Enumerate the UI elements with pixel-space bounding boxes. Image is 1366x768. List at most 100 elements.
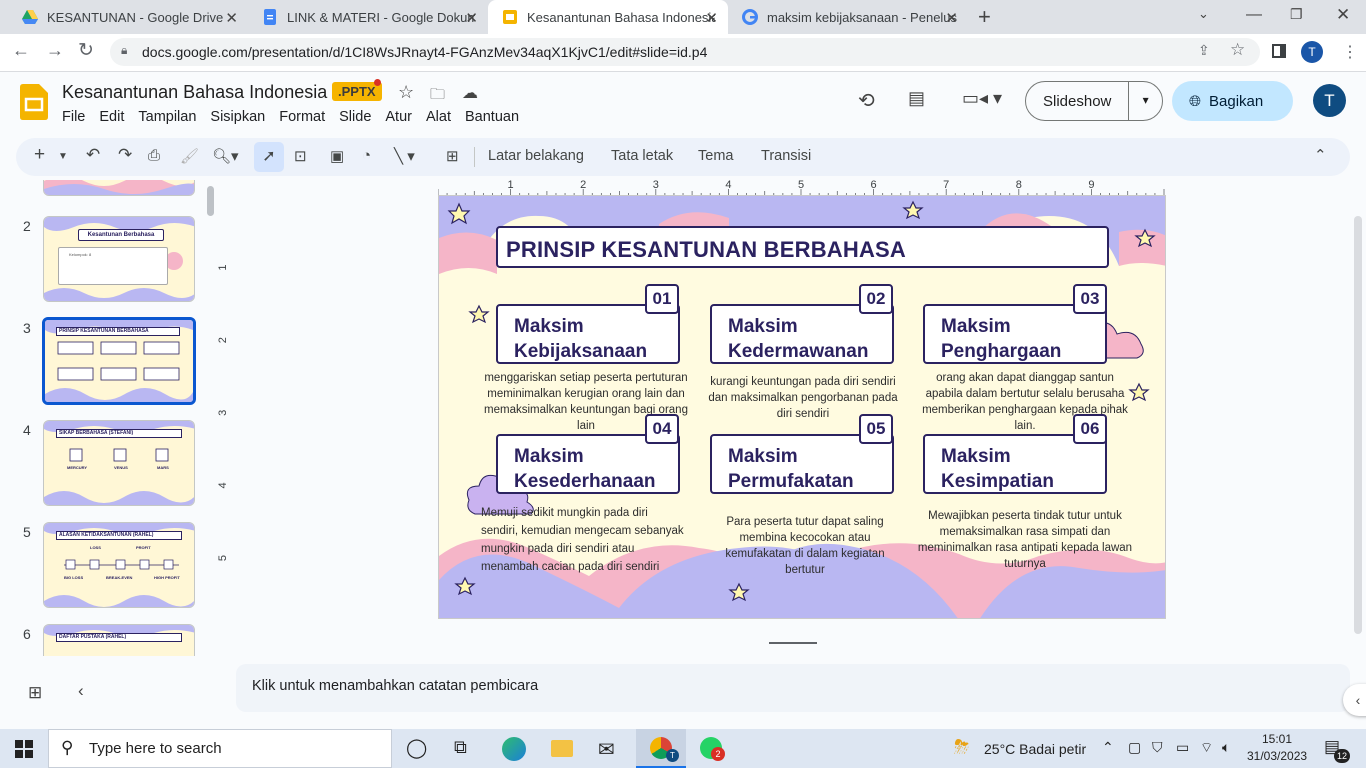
undo-icon[interactable]: ↶ <box>86 145 100 165</box>
ruler-label: 1 <box>508 179 514 191</box>
more-vert-icon[interactable]: ⋮ <box>1342 42 1358 62</box>
collapse-filmstrip-icon[interactable]: ‹ <box>78 681 84 701</box>
slide-thumbnail[interactable]: ALASAN KETIDAKSANTUNAN (RAHEL) LOSS PROF… <box>43 522 195 608</box>
new-tab-icon[interactable]: + <box>978 4 991 30</box>
meet-camera-icon[interactable]: ▭◂ ▾ <box>962 88 1002 109</box>
slides-logo-icon[interactable] <box>20 84 48 120</box>
insert-image-icon[interactable]: ▣ <box>330 147 344 165</box>
edge-icon[interactable] <box>502 737 526 761</box>
clock-time[interactable]: 15:01 <box>1262 732 1292 746</box>
thumb-label: MARS <box>157 465 169 470</box>
slide-thumbnail[interactable]: DAFTAR PUSTAKA (RAHEL) <box>43 624 195 656</box>
task-view-icon[interactable]: ⧉ <box>454 737 467 758</box>
menu-file[interactable]: File <box>62 109 85 125</box>
bookmark-star-icon[interactable]: ☆ <box>1230 40 1245 60</box>
clock-date[interactable]: 31/03/2023 <box>1247 749 1307 763</box>
chevron-down-icon[interactable]: ⌄ <box>1198 6 1209 22</box>
window-close-icon[interactable]: ✕ <box>1336 5 1350 25</box>
back-icon[interactable]: ← <box>12 40 30 61</box>
filmstrip-scrollbar[interactable] <box>207 186 214 216</box>
tab-drive[interactable]: KESANTUNAN - Google Drive ✕ <box>8 0 248 34</box>
cloud-saved-icon[interactable]: ☁︎ <box>462 83 478 103</box>
grid-view-icon[interactable]: ⊞ <box>28 683 42 703</box>
slide-canvas[interactable]: PRINSIP KESANTUNAN BERBAHASA Maksim Kebij… <box>438 195 1166 619</box>
text-box-icon[interactable]: ⊡ <box>294 147 307 165</box>
menu-format[interactable]: Format <box>279 109 325 125</box>
tab-search[interactable]: maksim kebijaksanaan - Penelusuran ✕ <box>728 0 968 34</box>
close-icon[interactable]: ✕ <box>465 9 478 27</box>
account-avatar[interactable]: T <box>1313 84 1346 117</box>
new-slide-icon[interactable]: + <box>34 144 45 166</box>
menu-view[interactable]: Tampilan <box>138 109 196 125</box>
speaker-notes[interactable]: Klik untuk menambahkan catatan pembicara <box>236 664 1350 712</box>
comments-icon[interactable]: ▤ <box>908 88 925 109</box>
theme-button[interactable]: Tema <box>698 148 733 164</box>
paint-format-icon[interactable]: 🖌︎ <box>180 147 199 165</box>
chevron-down-icon[interactable]: ▼ <box>58 151 68 162</box>
mail-icon[interactable]: ✉︎ <box>598 737 615 762</box>
card-description[interactable]: Para peserta tutur dapat saling membina … <box>707 514 903 578</box>
battery-icon[interactable]: ▭ <box>1176 739 1189 756</box>
move-folder-icon[interactable]: 🗀︎ <box>430 84 445 109</box>
slide-thumbnail[interactable] <box>43 180 195 196</box>
minimize-icon[interactable]: — <box>1246 6 1262 24</box>
close-icon[interactable]: ✕ <box>225 9 238 27</box>
security-icon[interactable]: ⛉ <box>1152 739 1163 756</box>
menu-help[interactable]: Bantuan <box>465 109 519 125</box>
taskbar-search-box[interactable]: ⚲ Type here to search <box>48 729 392 768</box>
menu-tools[interactable]: Alat <box>426 109 451 125</box>
comment-add-icon[interactable]: ⊞ <box>446 147 459 165</box>
close-icon[interactable]: ✕ <box>945 9 958 27</box>
redo-icon[interactable]: ↷ <box>118 145 132 165</box>
print-icon[interactable]: ⎙ <box>148 147 160 164</box>
slide-thumbnail[interactable]: SIKAP BERBAHASA (STEFANI) MERCURY VENUS … <box>43 420 195 506</box>
wifi-icon[interactable]: ⌔ <box>1200 739 1213 757</box>
weather-text[interactable]: 25°C Badai petir <box>984 741 1086 757</box>
transition-button[interactable]: Transisi <box>761 148 811 164</box>
share-button[interactable]: 🌐︎ Bagikan <box>1172 81 1293 121</box>
close-icon[interactable]: ✕ <box>705 9 718 27</box>
tab-docs[interactable]: LINK & MATERI - Google Dokumen ✕ <box>248 0 488 34</box>
slide-title[interactable]: PRINSIP KESANTUNAN BERBAHASA <box>496 226 1109 268</box>
side-panel-icon[interactable] <box>1272 44 1286 58</box>
menu-slide[interactable]: Slide <box>339 109 371 125</box>
background-button[interactable]: Latar belakang <box>488 148 584 164</box>
shape-icon[interactable]: ◔ <box>362 147 371 164</box>
menu-arrange[interactable]: Atur <box>385 109 412 125</box>
menu-insert[interactable]: Sisipkan <box>210 109 265 125</box>
select-cursor-icon[interactable]: ➚ <box>254 142 284 172</box>
chrome-taskbar-button[interactable]: T <box>636 729 686 768</box>
share-page-icon[interactable]: ⇪ <box>1198 42 1210 59</box>
address-bar[interactable]: 🔒︎ docs.google.com/presentation/d/1CI8Ws… <box>110 38 1260 66</box>
card-description[interactable]: Memuji sedikit mungkin pada diri sendiri… <box>481 504 687 576</box>
reload-icon[interactable]: ↻ <box>78 39 94 62</box>
zoom-icon[interactable]: 🔍︎▾ <box>212 147 239 165</box>
collapse-toolbar-icon[interactable]: ⌃ <box>1314 146 1327 164</box>
star-icon[interactable]: ☆ <box>398 82 414 103</box>
file-explorer-icon[interactable] <box>551 740 573 757</box>
slideshow-button[interactable]: Slideshow ▾ <box>1025 81 1163 121</box>
chevron-down-icon[interactable]: ▾ <box>1128 82 1162 120</box>
tray-chevron-up-icon[interactable]: ⌃ <box>1102 739 1114 756</box>
line-icon[interactable]: ╲ ▾ <box>394 147 415 165</box>
tab-slides[interactable]: Kesanantunan Bahasa Indonesia - Google S… <box>488 0 728 34</box>
slide-thumbnail[interactable]: Kesantunan Berbahasa Kelompok: 8 <box>43 216 195 302</box>
meet-now-icon[interactable]: ▢ <box>1128 739 1141 756</box>
restore-icon[interactable]: ❐ <box>1290 6 1303 23</box>
profile-avatar[interactable]: T <box>1301 41 1323 63</box>
layout-button[interactable]: Tata letak <box>611 148 673 164</box>
weather-storm-icon[interactable]: ⛈︎ <box>954 737 969 759</box>
version-history-icon[interactable]: ⟲ <box>858 88 875 113</box>
forward-icon[interactable]: → <box>46 40 64 61</box>
windows-start-icon[interactable] <box>15 740 33 758</box>
volume-icon[interactable]: 🔈︎ <box>1222 739 1230 756</box>
side-panel-toggle-icon[interactable]: ‹ <box>1343 684 1366 716</box>
menu-edit[interactable]: Edit <box>99 109 124 125</box>
slide-thumbnail-active[interactable]: PRINSIP KESANTUNAN BERBAHASA <box>42 317 196 405</box>
notes-resize-handle[interactable] <box>769 642 817 644</box>
card-description[interactable]: Mewajibkan peserta tindak tutur untuk me… <box>917 508 1133 572</box>
editor-scrollbar[interactable] <box>1354 216 1362 634</box>
ruler-label: 6 <box>871 179 877 191</box>
document-title[interactable]: Kesanantunan Bahasa Indonesia <box>62 82 327 103</box>
cortana-icon[interactable]: ◯ <box>406 737 427 760</box>
